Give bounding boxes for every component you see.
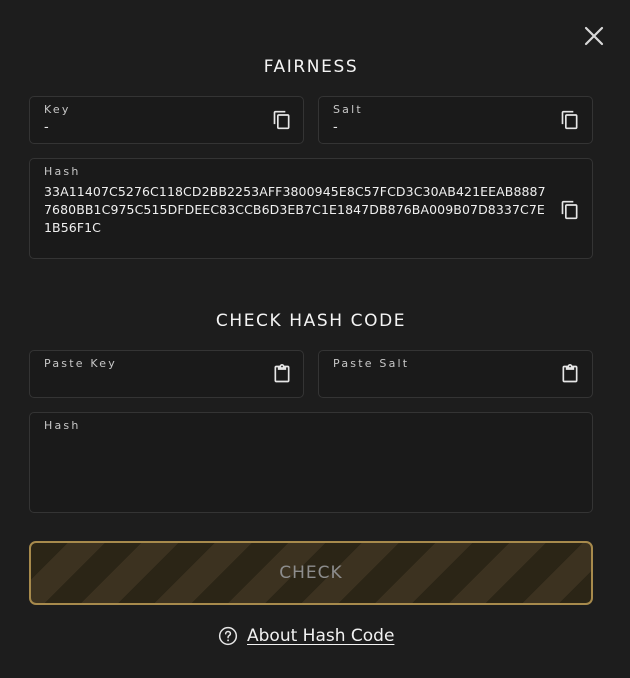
close-icon[interactable] xyxy=(582,24,606,48)
check-button-label: CHECK xyxy=(279,563,343,583)
salt-field: Salt - xyxy=(318,96,593,144)
paste-salt-label: Paste Salt xyxy=(333,357,410,370)
key-field: Key - xyxy=(29,96,304,144)
about-hash-code-link[interactable]: About Hash Code xyxy=(218,624,394,648)
key-label: Key xyxy=(44,103,71,116)
hash-label: Hash xyxy=(44,165,81,178)
copy-icon[interactable] xyxy=(272,110,292,130)
paste-icon[interactable] xyxy=(272,364,292,384)
fairness-title: FAIRNESS xyxy=(263,57,359,77)
help-circle-icon xyxy=(218,626,238,646)
hash-field: Hash 33A11407C5276C118CD2BB2253AFF380094… xyxy=(29,158,593,259)
key-value: - xyxy=(44,120,49,135)
paste-key-field[interactable]: Paste Key xyxy=(29,350,304,398)
salt-label: Salt xyxy=(333,103,363,116)
copy-icon[interactable] xyxy=(560,200,580,220)
paste-key-label: Paste Key xyxy=(44,357,117,370)
copy-icon[interactable] xyxy=(560,110,580,130)
check-hash-field[interactable]: Hash xyxy=(29,412,593,513)
paste-salt-field[interactable]: Paste Salt xyxy=(318,350,593,398)
fairness-dialog: FAIRNESS Key - Salt - Hash 33A11407C5276… xyxy=(0,0,630,678)
check-button[interactable]: CHECK xyxy=(29,541,593,605)
check-hash-title: CHECK HASH CODE xyxy=(215,311,407,331)
check-hash-label: Hash xyxy=(44,419,81,432)
hash-value: 33A11407C5276C118CD2BB2253AFF3800945E8C5… xyxy=(44,184,546,235)
paste-icon[interactable] xyxy=(560,364,580,384)
about-hash-code-label: About Hash Code xyxy=(247,626,395,646)
salt-value: - xyxy=(333,120,338,135)
